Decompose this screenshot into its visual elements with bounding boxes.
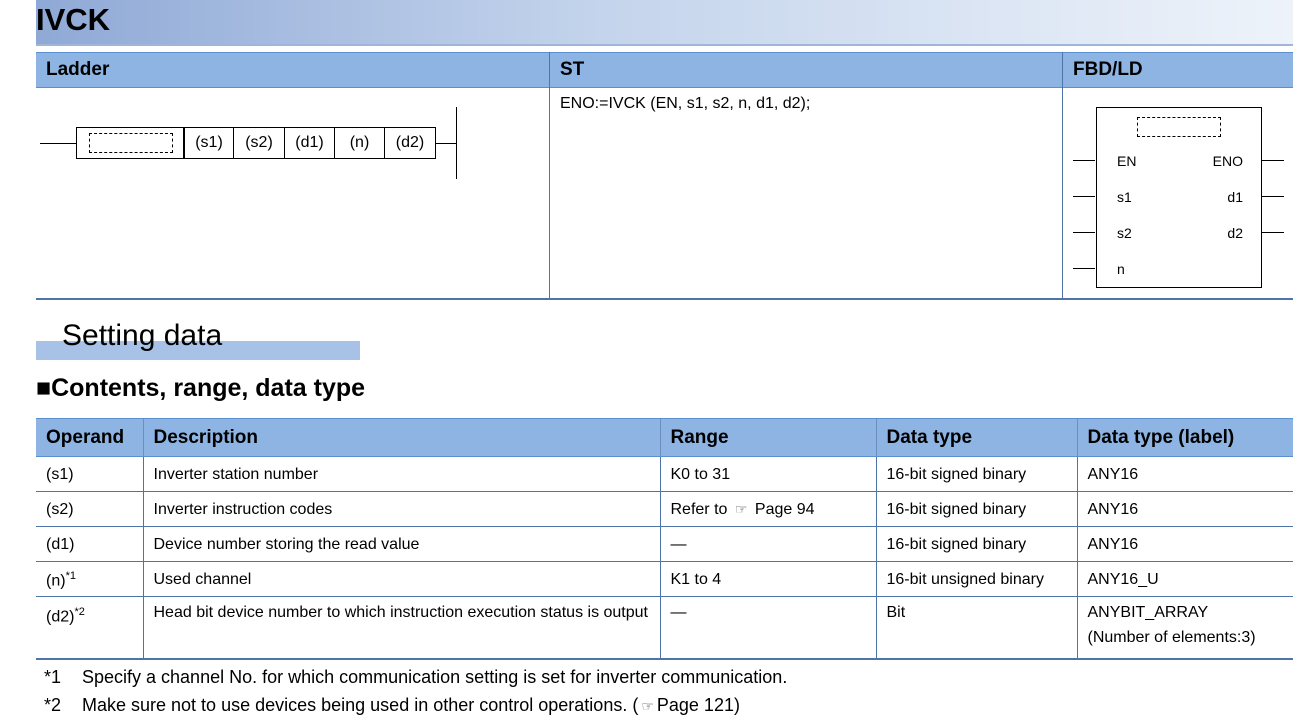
ladder-right-rail (456, 107, 457, 179)
column-divider (1062, 52, 1063, 300)
operand-cell: (d2)*2 (36, 596, 143, 660)
data-type-cell: 16-bit signed binary (875, 456, 1077, 492)
range-cell: K1 to 4 (659, 561, 876, 597)
operand-table: Operand Description Range Data type Data… (36, 418, 1293, 660)
syntax-table: Ladder ST FBD/LD (s1) (s2) (d1) (n) (d2)… (36, 52, 1293, 300)
table-bottom-rule (36, 298, 1293, 300)
ladder-operand-d1: (d1) (285, 127, 335, 159)
description-cell: Inverter instruction codes (142, 491, 660, 527)
column-header: Operand (36, 418, 143, 457)
header-fbd: FBD/LD (1063, 52, 1293, 88)
ladder-operand-n: (n) (335, 127, 385, 159)
label-cell: ANY16 (1076, 491, 1293, 527)
page-reference-link[interactable]: Page 121 (657, 695, 734, 715)
footnote: *1 Specify a channel No. for which commun… (44, 667, 787, 688)
data-type-cell: Bit (875, 596, 1077, 660)
data-type-cell: 16-bit signed binary (875, 491, 1077, 527)
operand-name: (n) (46, 572, 66, 590)
range-cell: K0 to 31 (659, 456, 876, 492)
section-title: Setting data (62, 319, 223, 352)
label-line: (Number of elements:3) (1087, 629, 1256, 646)
fbd-wire (1073, 268, 1095, 269)
operand-name: (d1) (46, 535, 75, 553)
ladder-diagram: (s1) (s2) (d1) (n) (d2) (36, 88, 549, 298)
fbd-block: EN s1 s2 n ENO d1 d2 (1096, 107, 1262, 288)
fbd-wire (1262, 232, 1284, 233)
range-text: Refer to (670, 500, 728, 518)
instruction-box (76, 127, 184, 159)
fbd-pin-en: EN (1117, 153, 1137, 169)
operand-name: (d2) (46, 608, 75, 626)
operand-cell: (d1) (36, 526, 143, 562)
column-header: Data type (875, 418, 1077, 457)
footnote-marker: *2 (74, 606, 85, 618)
subsection-title: ■Contents, range, data type (36, 374, 366, 402)
range-cell: Refer to ☞ Page 94 (659, 491, 876, 527)
fbd-wire (1073, 232, 1095, 233)
range-cell: — (659, 596, 876, 660)
data-type-cell: 16-bit unsigned binary (875, 561, 1077, 597)
footnote: *2 Make sure not to use devices being use… (44, 695, 740, 716)
pointing-hand-icon: ☞ (734, 500, 748, 517)
label-cell: ANY16_U (1076, 561, 1293, 597)
label-cell: ANY16 (1076, 526, 1293, 562)
title-bar: IVCK (36, 0, 1293, 44)
column-header: Description (142, 418, 660, 457)
label-cell: ANY16 (1076, 456, 1293, 492)
page-title: IVCK (36, 2, 111, 37)
fbd-pin-n: n (1117, 261, 1125, 277)
st-code: ENO:=IVCK (EN, s1, s2, n, d1, d2); (560, 95, 811, 112)
ladder-operand-s1: (s1) (184, 127, 234, 159)
header-ladder: Ladder (36, 52, 550, 88)
description-cell: Device number storing the read value (142, 526, 660, 562)
fbd-pin-s1: s1 (1117, 189, 1132, 205)
footnote-marker: *1 (65, 570, 76, 583)
fbd-pin-d2: d2 (1227, 225, 1243, 241)
footnote-mark: *2 (44, 695, 62, 715)
description-cell: Head bit device number to which instruct… (142, 596, 660, 660)
ladder-operand-d2: (d2) (385, 127, 436, 159)
fbd-wire (1073, 160, 1095, 161)
column-header: Data type (label) (1076, 418, 1293, 457)
instruction-placeholder (89, 133, 173, 153)
fbd-wire (1262, 196, 1284, 197)
data-type-cell: 16-bit signed binary (875, 526, 1077, 562)
table-row: (s2) Inverter instruction codes Refer to… (36, 491, 1293, 527)
label-line: ANYBIT_ARRAY (1087, 604, 1209, 621)
footnote-text: Make sure not to use devices being used … (82, 695, 639, 715)
table-row: (n)*1 Used channel K1 to 4 16-bit unsign… (36, 561, 1293, 597)
range-cell: — (659, 526, 876, 562)
pointing-hand-icon: ☞ (641, 698, 654, 714)
operand-name: (s1) (46, 465, 74, 483)
fbd-pin-s2: s2 (1117, 225, 1132, 241)
footnote-tail: ) (733, 695, 740, 715)
column-header: Range (659, 418, 876, 457)
header-st: ST (550, 52, 1063, 88)
ladder-left-wire (40, 143, 76, 144)
title-rule (36, 44, 1293, 46)
fbd-instruction-placeholder (1137, 117, 1221, 137)
table-row: (d2)*2 Head bit device number to which i… (36, 596, 1293, 660)
table-row: (s1) Inverter station number K0 to 31 16… (36, 456, 1293, 492)
fbd-wire (1262, 160, 1284, 161)
operand-cell: (s2) (36, 491, 143, 527)
description-cell: Inverter station number (142, 456, 660, 492)
fbd-wire (1073, 196, 1095, 197)
footnote-mark: *1 (44, 667, 62, 687)
label-cell: ANYBIT_ARRAY (Number of elements:3) (1076, 596, 1293, 660)
table-row: (d1) Device number storing the read valu… (36, 526, 1293, 562)
operand-cell: (n)*1 (36, 561, 143, 597)
fbd-pin-d1: d1 (1227, 189, 1243, 205)
fbd-pin-eno: ENO (1212, 153, 1243, 169)
column-divider (549, 52, 550, 300)
operand-cell: (s1) (36, 456, 143, 492)
ladder-operand-s2: (s2) (234, 127, 285, 159)
operand-name: (s2) (46, 500, 74, 518)
description-cell: Used channel (142, 561, 660, 597)
footnote-text: Specify a channel No. for which communic… (82, 667, 788, 687)
page-reference-link[interactable]: Page 94 (755, 501, 815, 518)
ladder-right-wire (436, 143, 456, 144)
